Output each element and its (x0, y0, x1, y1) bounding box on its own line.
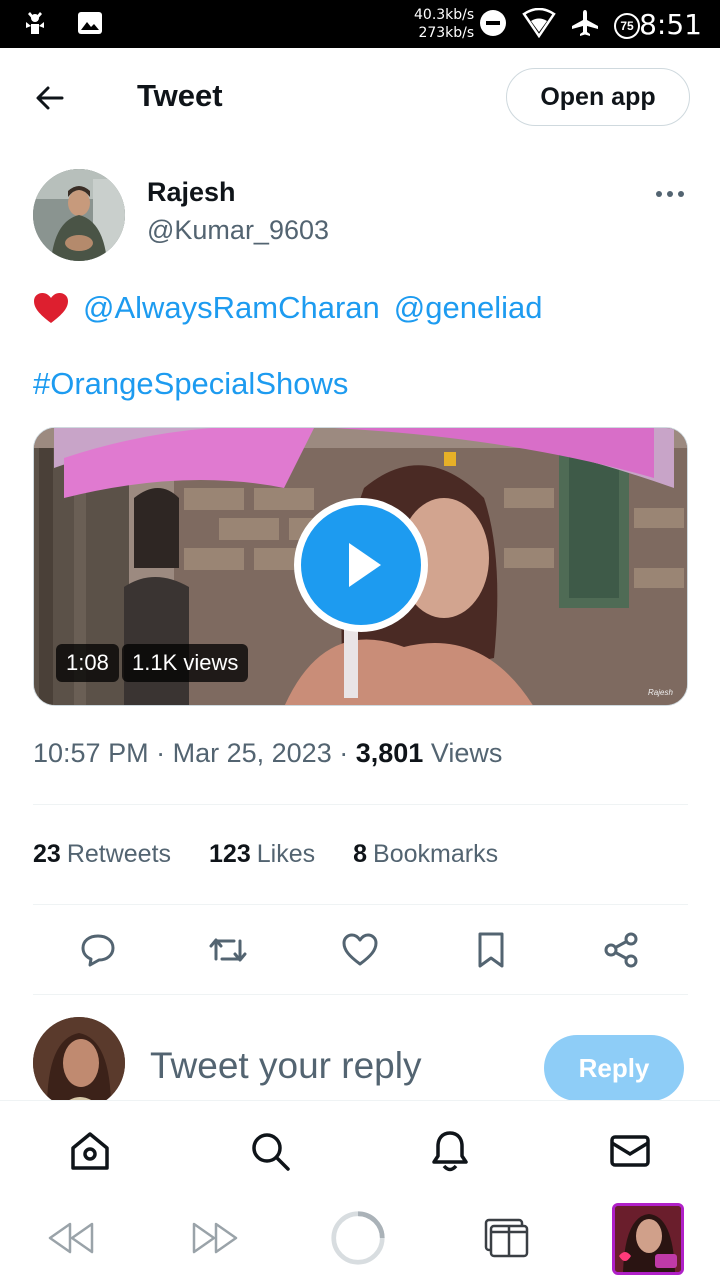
arrow-left-icon (36, 86, 64, 110)
network-speed: 40.3kb/s 273kb/s (414, 6, 474, 42)
likes-stat[interactable]: 123 Likes (209, 840, 315, 869)
status-bar: 40.3kb/s 273kb/s 75 8:51 (0, 0, 720, 48)
clock: 8:51 (639, 8, 702, 41)
video-duration: 1:08 (56, 644, 119, 682)
tweet-timestamp: 10:57 PM · Mar 25, 2023 · 3,801 Views (33, 738, 502, 769)
search-icon (252, 1133, 290, 1171)
browser-tabs-button[interactable] (478, 1208, 534, 1268)
video-watermark: Rajesh (648, 688, 673, 697)
browser-forward-button[interactable] (188, 1208, 244, 1268)
separator: · (156, 738, 166, 768)
comment-icon (81, 934, 115, 967)
bookmarks-count: 8 (353, 840, 368, 868)
home-icon (71, 1132, 109, 1170)
reply-input[interactable]: Tweet your reply (150, 1045, 421, 1087)
tabs-icon (484, 1218, 529, 1258)
heart-icon (342, 933, 378, 966)
rewind-icon (48, 1222, 94, 1254)
tweet-date[interactable]: Mar 25, 2023 (173, 738, 332, 768)
app-header: Tweet Open app (0, 48, 720, 148)
engagement-stats: 23 Retweets 123 Likes 8 Bookmarks (33, 840, 498, 869)
gallery-notification-icon (76, 9, 104, 42)
current-user-avatar[interactable] (33, 1017, 125, 1109)
divider (33, 904, 688, 905)
app-notification-icon (20, 8, 50, 43)
wifi-icon (522, 7, 556, 43)
share-button[interactable] (601, 930, 641, 970)
tweet-time[interactable]: 10:57 PM (33, 738, 149, 768)
more-horizontal-icon (656, 191, 662, 197)
retweet-icon (209, 938, 247, 962)
views-label: Views (430, 738, 503, 768)
network-down: 273kb/s (418, 25, 475, 41)
tweet-actions (33, 920, 688, 980)
tab-search[interactable] (248, 1129, 292, 1173)
likes-label: Likes (256, 840, 316, 868)
author-handle[interactable]: @Kumar_9603 (147, 215, 329, 246)
bell-icon (432, 1131, 468, 1172)
reply-submit-button[interactable]: Reply (544, 1035, 684, 1101)
tab-notifications[interactable] (428, 1129, 472, 1173)
retweet-button[interactable] (208, 930, 248, 970)
share-icon (604, 932, 638, 968)
back-button[interactable] (30, 78, 70, 118)
hashtag-link[interactable]: #OrangeSpecialShows (33, 366, 348, 402)
retweets-label: Retweets (66, 840, 172, 868)
mention-link[interactable]: @geneliad (394, 290, 543, 326)
like-button[interactable] (340, 930, 380, 970)
bottom-tab-bar (0, 1100, 720, 1196)
mail-icon (610, 1135, 650, 1167)
bookmark-button[interactable] (471, 930, 511, 970)
fast-forward-icon (192, 1222, 238, 1254)
bookmarks-stat[interactable]: 8 Bookmarks (353, 840, 498, 869)
more-options-button[interactable] (650, 180, 690, 208)
divider (33, 994, 688, 995)
reply-button[interactable] (78, 930, 118, 970)
divider (33, 804, 688, 805)
play-icon (349, 543, 381, 587)
author-avatar[interactable] (33, 169, 125, 261)
author-name[interactable]: Rajesh (147, 177, 236, 208)
retweets-count: 23 (33, 840, 61, 868)
heart-emoji-icon (34, 293, 68, 323)
open-app-button[interactable]: Open app (506, 68, 690, 126)
mention-link[interactable]: @AlwaysRamCharan (83, 290, 380, 326)
retweets-stat[interactable]: 23 Retweets (33, 840, 171, 869)
browser-reload-button[interactable] (330, 1208, 386, 1268)
video-views: 1.1K views (122, 644, 249, 682)
airplane-icon (570, 8, 600, 43)
battery-indicator: 75 (614, 12, 640, 39)
bookmarks-label: Bookmarks (373, 840, 499, 868)
network-up: 40.3kb/s (414, 7, 475, 23)
video-player[interactable]: 1:08 1.1K views Rajesh (33, 427, 688, 706)
browser-nav-bar (0, 1196, 720, 1280)
browser-profile-thumbnail[interactable] (612, 1203, 684, 1275)
page-title: Tweet (137, 78, 223, 113)
likes-count: 123 (209, 840, 251, 868)
play-button[interactable] (294, 498, 428, 632)
tab-messages[interactable] (608, 1129, 652, 1173)
tweet-text-line: @AlwaysRamCharan @geneliad (33, 290, 543, 326)
dnd-icon (478, 8, 508, 43)
browser-back-button[interactable] (42, 1208, 98, 1268)
loading-icon (331, 1211, 385, 1265)
views-count: 3,801 (355, 738, 424, 768)
separator: · (339, 738, 349, 768)
bookmark-icon (478, 932, 504, 968)
tab-home[interactable] (68, 1129, 112, 1173)
